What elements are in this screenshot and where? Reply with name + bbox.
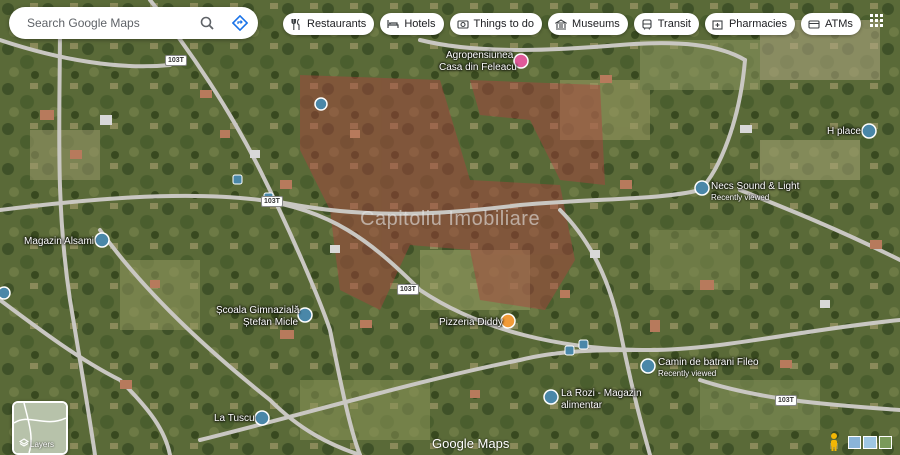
search-input[interactable] xyxy=(25,15,189,31)
museum-icon xyxy=(555,18,568,30)
chip-pharmacies[interactable]: Pharmacies xyxy=(704,13,796,35)
directions-icon[interactable] xyxy=(230,13,250,33)
layers-icon xyxy=(19,438,29,447)
search-icon[interactable] xyxy=(197,13,217,33)
label-pizzeria[interactable]: Pizzeria Diddy xyxy=(439,317,503,329)
label-la-rozi[interactable]: La Rozi - Magazin xyxy=(561,388,642,400)
chip-hotels[interactable]: Hotels xyxy=(380,13,444,35)
category-chips: Restaurants Hotels Things to do Museums … xyxy=(283,13,861,35)
label-la-rozi-2[interactable]: alimentar xyxy=(561,400,602,412)
label-magazin-alsami[interactable]: Magazin Alsami xyxy=(24,236,94,248)
label-agropensiunea[interactable]: Agropensiunea xyxy=(446,50,513,62)
label-la-tuscu[interactable]: La Tuscu xyxy=(214,413,255,425)
chip-hotels-label: Hotels xyxy=(404,18,436,30)
chip-things-to-do[interactable]: Things to do xyxy=(449,13,543,35)
layers-label: Layers xyxy=(30,440,55,449)
road-shield: 103T xyxy=(261,196,283,207)
thumbnail-2[interactable] xyxy=(863,436,877,449)
restaurant-icon xyxy=(290,18,302,30)
road-shield: 103T xyxy=(775,395,797,406)
chip-transit[interactable]: Transit xyxy=(633,13,699,35)
atm-icon xyxy=(808,18,820,30)
label-necs[interactable]: Necs Sound & Light xyxy=(711,181,799,193)
chip-restaurants-label: Restaurants xyxy=(307,18,367,30)
transit-icon xyxy=(641,18,653,30)
chip-atms-label: ATMs xyxy=(825,18,853,30)
label-agropensiunea-2[interactable]: Casa din Feleacu xyxy=(439,62,517,74)
layers-button[interactable]: Layers xyxy=(12,401,68,455)
watermark-text: Capitoliu Imobiliare xyxy=(360,208,541,230)
chip-atms[interactable]: ATMs xyxy=(801,13,861,35)
chip-restaurants[interactable]: Restaurants xyxy=(283,13,375,35)
label-scoala[interactable]: Școala Gimnazială xyxy=(216,305,299,317)
label-scoala-2[interactable]: Ștefan Micle xyxy=(243,317,298,329)
chip-museums-label: Museums xyxy=(572,18,620,30)
label-h-place[interactable]: H place xyxy=(827,126,861,138)
road-shield: 103T xyxy=(165,55,187,66)
camera-icon xyxy=(456,18,469,30)
google-maps-logo: Google Maps xyxy=(432,436,510,451)
chip-transit-label: Transit xyxy=(657,18,691,30)
search-box[interactable] xyxy=(9,7,258,39)
pegman-icon[interactable] xyxy=(826,432,842,452)
hotel-icon xyxy=(387,18,399,30)
chip-things-to-do-label: Things to do xyxy=(473,18,535,30)
label-camin[interactable]: Camin de batrani Fileo xyxy=(658,357,759,369)
label-necs-sub: Recently viewed xyxy=(711,193,770,202)
label-camin-sub: Recently viewed xyxy=(658,369,717,378)
chip-pharmacies-label: Pharmacies xyxy=(728,18,788,30)
thumbnail-1[interactable] xyxy=(848,436,862,449)
imagery-thumbnails[interactable] xyxy=(848,436,892,450)
road-shield: 103T xyxy=(397,284,419,295)
thumbnail-3[interactable] xyxy=(878,436,892,449)
chip-museums[interactable]: Museums xyxy=(548,13,628,35)
pharmacy-icon xyxy=(712,18,724,30)
apps-grid-icon[interactable] xyxy=(870,14,884,28)
